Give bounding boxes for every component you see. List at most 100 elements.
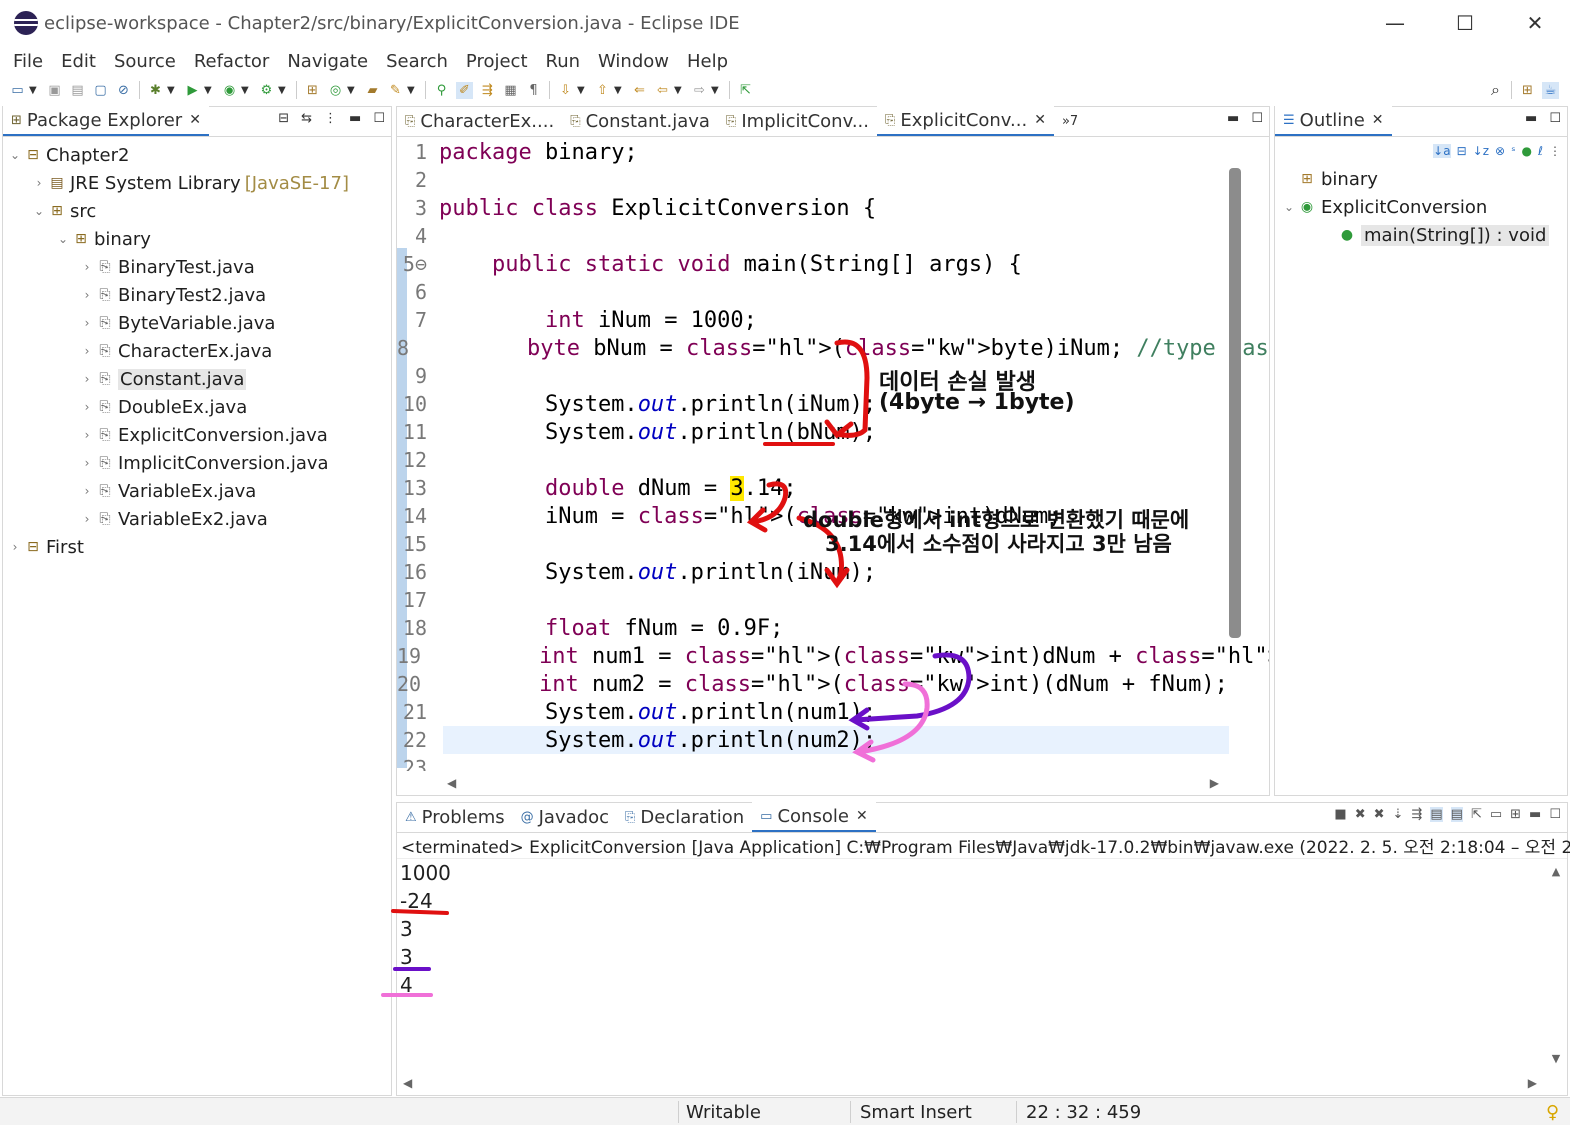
back-icon[interactable]: ⇦ (654, 82, 671, 99)
word-wrap-icon[interactable]: ⇶ (1411, 807, 1422, 822)
tree-item[interactable]: › ⎘ ByteVariable.java (3, 309, 391, 337)
open-type-icon[interactable]: ▰ (364, 82, 381, 99)
maximize-editor-icon[interactable]: ☐ (1251, 111, 1263, 126)
close-icon[interactable]: ✕ (856, 808, 868, 824)
expanded-chevron-icon[interactable]: ⌄ (1281, 200, 1297, 214)
collapsed-chevron-icon[interactable]: › (79, 344, 95, 358)
code-line[interactable]: 9 (397, 362, 1217, 390)
tree-item[interactable]: ⌄ ⊟ Chapter2 (3, 141, 391, 169)
menu-source[interactable]: Source (107, 51, 183, 72)
code-line[interactable]: 16 System.out.println(iNum); (397, 558, 1217, 586)
editor-tab[interactable]: ⎘ ImplicitConv... (718, 106, 877, 136)
sort-icon[interactable]: ↓a (1433, 144, 1451, 158)
maximize-view-icon[interactable]: ☐ (1549, 111, 1561, 126)
menu-file[interactable]: File (6, 51, 50, 72)
scroll-right-icon[interactable]: ▶ (1528, 1076, 1537, 1090)
code-line[interactable]: 5⊖ public static void main(String[] args… (397, 250, 1217, 278)
code-line[interactable]: 18 float fNum = 0.9F; (397, 614, 1217, 642)
code-line[interactable]: 2 (397, 166, 1217, 194)
minimize-view-icon[interactable]: ▬ (1525, 111, 1537, 126)
outline-item[interactable]: ⊞ binary (1275, 165, 1567, 193)
debug-dropdown-icon[interactable]: ▼ (167, 85, 177, 96)
new-dropdown-icon[interactable]: ▼ (29, 85, 39, 96)
skip-breakpoints-icon[interactable]: ⊘ (115, 82, 132, 99)
menu-project[interactable]: Project (459, 51, 535, 72)
hide-nonpublic-icon[interactable]: ● (1522, 144, 1532, 158)
block-selection-icon[interactable]: ▦ (502, 82, 519, 99)
scroll-up-icon[interactable]: ▲ (1552, 865, 1560, 878)
code-line[interactable]: 17 (397, 586, 1217, 614)
outline-item[interactable]: ● main(String[]) : void (1275, 221, 1567, 249)
search-icon[interactable]: ⌕ (1487, 80, 1504, 99)
code-line[interactable]: 21 System.out.println(num1); (397, 698, 1217, 726)
last-edit-location-icon[interactable]: ⇐ (631, 82, 648, 99)
code-line[interactable]: 11 System.out.println(bNum); (397, 418, 1217, 446)
menu-search[interactable]: Search (379, 51, 455, 72)
word-wrap-icon[interactable]: ⇶ (479, 82, 496, 99)
code-line[interactable]: 6 (397, 278, 1217, 306)
console-horizontal-scrollbar[interactable]: ◀ ▶ (397, 1071, 1567, 1095)
next-annotation-icon[interactable]: ⚲ (433, 82, 450, 99)
code-line[interactable]: 20 int num2 = class="hl">(class="kw">int… (397, 670, 1228, 698)
tip-lightbulb-icon[interactable]: ♀ (1546, 1100, 1559, 1124)
collapsed-chevron-icon[interactable]: › (79, 400, 95, 414)
java-perspective-icon[interactable]: ☕ (1542, 81, 1559, 99)
editor-horizontal-scrollbar[interactable]: ◀ ▶ (397, 771, 1269, 795)
search-tool-dropdown-icon[interactable]: ▼ (407, 85, 417, 96)
save-all-icon[interactable]: ▤ (69, 82, 86, 99)
tree-item[interactable]: › ⎘ ImplicitConversion.java (3, 449, 391, 477)
code-line[interactable]: 12 (397, 446, 1217, 474)
menu-window[interactable]: Window (591, 51, 676, 72)
tree-item[interactable]: › ⎘ BinaryTest.java (3, 253, 391, 281)
tree-item[interactable]: ⌄ ⊞ src (3, 197, 391, 225)
collapsed-chevron-icon[interactable]: › (79, 512, 95, 526)
scroll-left-icon[interactable]: ◀ (403, 1076, 412, 1090)
close-icon[interactable]: ✕ (1034, 112, 1046, 128)
display-console-icon[interactable]: ▭ (1490, 807, 1502, 822)
menu-refactor[interactable]: Refactor (187, 51, 277, 72)
collapse-icon[interactable]: ⊟ (1457, 144, 1467, 158)
editor-tab[interactable]: ⎘ Constant.java (562, 106, 718, 136)
save-icon[interactable]: ▣ (46, 82, 63, 99)
console-output[interactable]: 1000 -24 3 3 4 (397, 859, 1567, 999)
code-line[interactable]: 7 int iNum = 1000; (397, 306, 1217, 334)
collapse-all-icon[interactable]: ⊟ (278, 111, 289, 126)
search-tool-icon[interactable]: ✎ (387, 82, 404, 99)
code-line[interactable]: 10 System.out.println(iNum); (397, 390, 1217, 418)
next-edit-dropdown-icon[interactable]: ▼ (577, 85, 587, 96)
collapsed-chevron-icon[interactable]: › (79, 484, 95, 498)
next-edit-icon[interactable]: ⇩ (557, 82, 574, 99)
code-line[interactable]: 23 (397, 754, 1217, 771)
collapsed-chevron-icon[interactable]: › (79, 372, 95, 386)
terminate-icon[interactable]: ■ (1334, 807, 1346, 822)
editor-tab[interactable]: ⎘ CharacterEx.... (397, 106, 562, 136)
tab-package-explorer[interactable]: ⊞ Package Explorer ✕ (3, 106, 209, 136)
collapsed-chevron-icon[interactable]: › (7, 540, 23, 554)
tree-item[interactable]: ⌄ ⊞ binary (3, 225, 391, 253)
minimize-view-icon[interactable]: ▬ (1529, 807, 1541, 822)
collapsed-chevron-icon[interactable]: › (79, 260, 95, 274)
menu-edit[interactable]: Edit (54, 51, 103, 72)
view-menu-icon[interactable]: ⋮ (1549, 144, 1561, 158)
tab-outline[interactable]: ☰ Outline ✕ (1275, 106, 1392, 136)
close-button[interactable]: ✕ (1500, 0, 1570, 46)
status-cursor-position[interactable]: 22 : 32 : 459 (1026, 1100, 1141, 1124)
code-line[interactable]: 4 (397, 222, 1217, 250)
bottom-tab[interactable]: ▭ Console ✕ (752, 802, 876, 832)
remove-launch-icon[interactable]: ✖ (1355, 807, 1366, 822)
collapsed-chevron-icon[interactable]: › (79, 288, 95, 302)
expanded-chevron-icon[interactable]: ⌄ (55, 232, 71, 246)
new-class-icon[interactable]: ◎ (327, 82, 344, 99)
new-icon[interactable]: ▭ (9, 82, 26, 99)
run-dropdown-icon[interactable]: ▼ (204, 85, 214, 96)
code-line[interactable]: 1 package binary; (397, 138, 1217, 166)
pin-editor-icon[interactable]: ⇱ (737, 82, 754, 99)
tab-overflow-button[interactable]: »7 (1054, 106, 1086, 136)
status-insert-mode[interactable]: Smart Insert (860, 1100, 972, 1124)
collapsed-chevron-icon[interactable]: › (79, 456, 95, 470)
maximize-view-icon[interactable]: ☐ (373, 111, 385, 126)
tree-item[interactable]: › ⎘ DoubleEx.java (3, 393, 391, 421)
show-stdout-icon[interactable]: ▤ (1430, 807, 1443, 822)
code-line[interactable]: 19 int num1 = class="hl">(class="kw">int… (397, 642, 1269, 670)
minimize-button[interactable]: — (1360, 0, 1430, 46)
